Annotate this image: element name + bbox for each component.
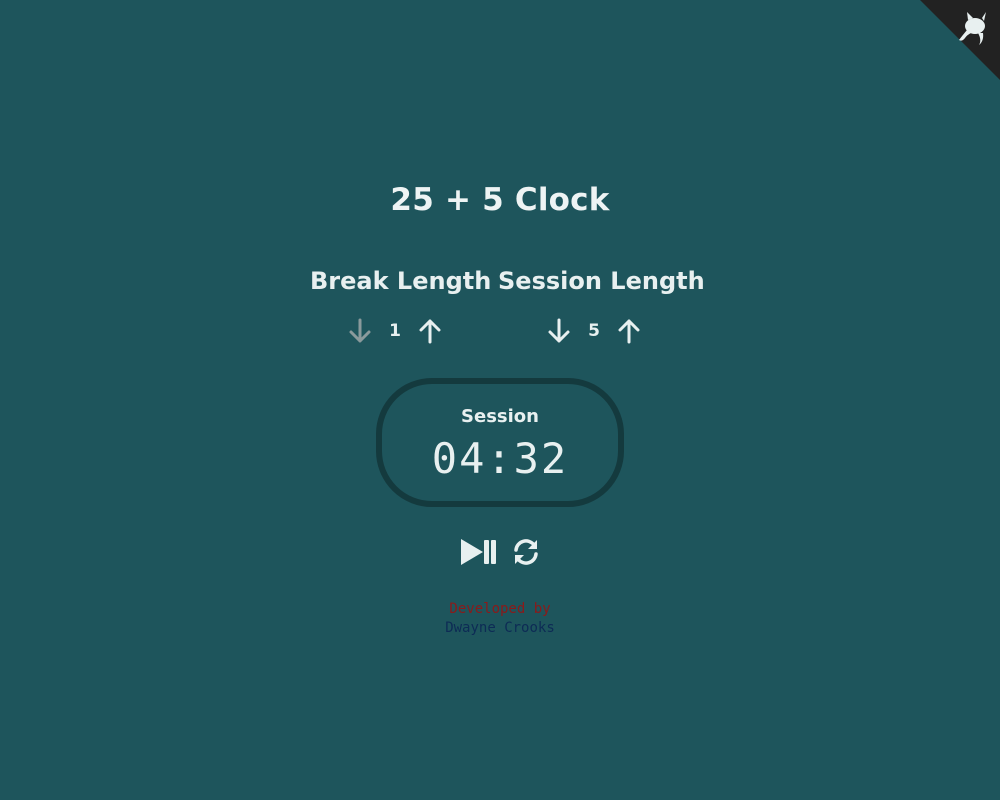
reset-button[interactable] bbox=[511, 535, 541, 569]
length-controls: Break Length 1 Session Length 5 bbox=[300, 263, 705, 353]
developed-by-label: Developed by bbox=[449, 601, 551, 617]
break-length-value: 1 bbox=[389, 321, 401, 341]
app-title: 25 + 5 Clock bbox=[390, 182, 610, 218]
break-control: Break Length 1 bbox=[310, 263, 492, 351]
timer-label: Session bbox=[461, 406, 539, 427]
arrow-down-icon bbox=[548, 318, 570, 343]
credits: Developed by Dwayne Crooks bbox=[0, 600, 1000, 638]
arrow-down-icon bbox=[349, 318, 371, 343]
arrow-up-icon bbox=[419, 319, 441, 344]
break-length-label: Break Length bbox=[310, 267, 492, 295]
refresh-icon bbox=[514, 539, 538, 565]
timer-controls bbox=[0, 535, 1000, 569]
session-length-label: Session Length bbox=[498, 267, 705, 295]
author-link[interactable]: Dwayne Crooks bbox=[445, 620, 555, 636]
break-adjust: 1 bbox=[310, 311, 480, 351]
session-adjust: 5 bbox=[498, 311, 690, 351]
break-decrement-button[interactable] bbox=[345, 315, 375, 347]
github-octocat-icon bbox=[920, 0, 1000, 80]
page: 25 + 5 Clock Break Length 1 Session Leng bbox=[0, 0, 1000, 800]
time-left: 04:32 bbox=[431, 434, 569, 483]
session-control: Session Length 5 bbox=[498, 263, 705, 351]
arrow-up-icon bbox=[618, 319, 640, 344]
play-pause-icon bbox=[461, 539, 496, 565]
break-increment-button[interactable] bbox=[415, 315, 445, 347]
start-stop-button[interactable] bbox=[459, 535, 499, 569]
session-length-value: 5 bbox=[588, 321, 600, 341]
timer-display: Session 04:32 bbox=[376, 378, 624, 507]
github-corner-link[interactable] bbox=[920, 0, 1000, 80]
session-decrement-button[interactable] bbox=[544, 315, 574, 347]
session-increment-button[interactable] bbox=[614, 315, 644, 347]
